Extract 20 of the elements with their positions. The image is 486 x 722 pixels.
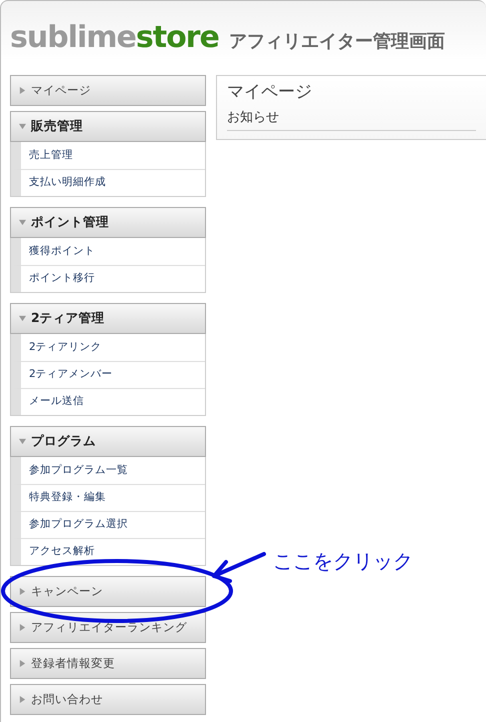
menu-header[interactable]: ポイント管理 [10, 207, 206, 238]
menu-item[interactable]: 2ティアメンバー [11, 361, 205, 388]
menu-header[interactable]: マイページ [10, 75, 206, 106]
menu-header[interactable]: 登録者情報変更 [10, 648, 206, 679]
menu-item[interactable]: 特典登録・編集 [11, 484, 205, 511]
panel-title: マイページ [227, 82, 313, 102]
menu-item[interactable]: メール送信 [11, 388, 205, 415]
menu-header[interactable]: お問い合わせ [10, 684, 206, 715]
menu-item[interactable]: 支払い明細作成 [11, 169, 205, 196]
menu-item[interactable]: 参加プログラム選択 [11, 511, 205, 538]
logo-text: sublimestore [10, 23, 219, 53]
section-heading: お知らせ [227, 108, 476, 131]
page-subtitle: アフィリエイター管理画面 [228, 30, 445, 54]
menu-item[interactable]: アクセス解析 [11, 538, 205, 565]
menu-item[interactable]: ポイント移行 [11, 265, 205, 292]
menu-header[interactable]: 販売管理 [10, 111, 206, 142]
menu-header[interactable]: 2ティア管理 [10, 303, 206, 334]
menu-header[interactable]: プログラム [10, 426, 206, 457]
callout-text: ここをクリック [273, 548, 413, 575]
menu-header[interactable]: キャンペーン [10, 576, 206, 607]
